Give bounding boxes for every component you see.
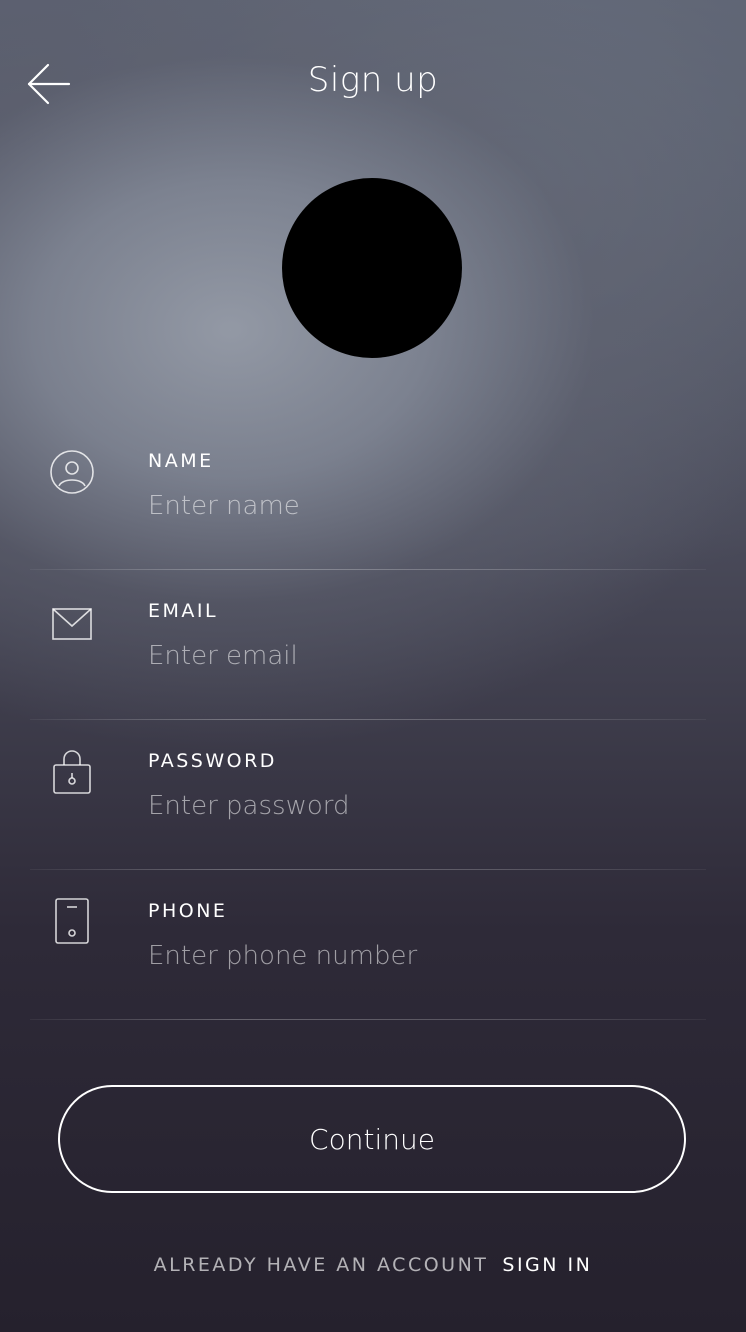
- phone-icon: [48, 898, 96, 946]
- continue-button[interactable]: Continue: [58, 1085, 686, 1193]
- email-field-row: EMAIL: [0, 570, 746, 720]
- name-label: NAME: [148, 450, 214, 472]
- signin-footer: ALREADY HAVE AN ACCOUNT SIGN IN: [0, 1254, 746, 1276]
- email-label: EMAIL: [148, 600, 219, 622]
- avatar[interactable]: [282, 178, 462, 358]
- name-input[interactable]: [146, 484, 690, 528]
- signup-form: NAME EMAIL PASSWORD: [0, 420, 746, 1020]
- envelope-icon: [48, 600, 96, 648]
- user-circle-icon: [48, 448, 96, 496]
- phone-label: PHONE: [148, 900, 228, 922]
- password-input[interactable]: [146, 784, 690, 828]
- lock-icon: [48, 748, 96, 796]
- divider: [30, 1019, 706, 1020]
- email-input[interactable]: [146, 634, 690, 678]
- sign-in-link[interactable]: SIGN IN: [502, 1254, 592, 1276]
- phone-input[interactable]: [146, 934, 690, 978]
- phone-field-row: PHONE: [0, 870, 746, 1020]
- password-label: PASSWORD: [148, 750, 277, 772]
- name-field-row: NAME: [0, 420, 746, 570]
- page-title: Sign up: [307, 60, 439, 100]
- password-field-row: PASSWORD: [0, 720, 746, 870]
- already-have-account-text: ALREADY HAVE AN ACCOUNT: [153, 1254, 489, 1276]
- top-bar: Sign up: [0, 0, 746, 160]
